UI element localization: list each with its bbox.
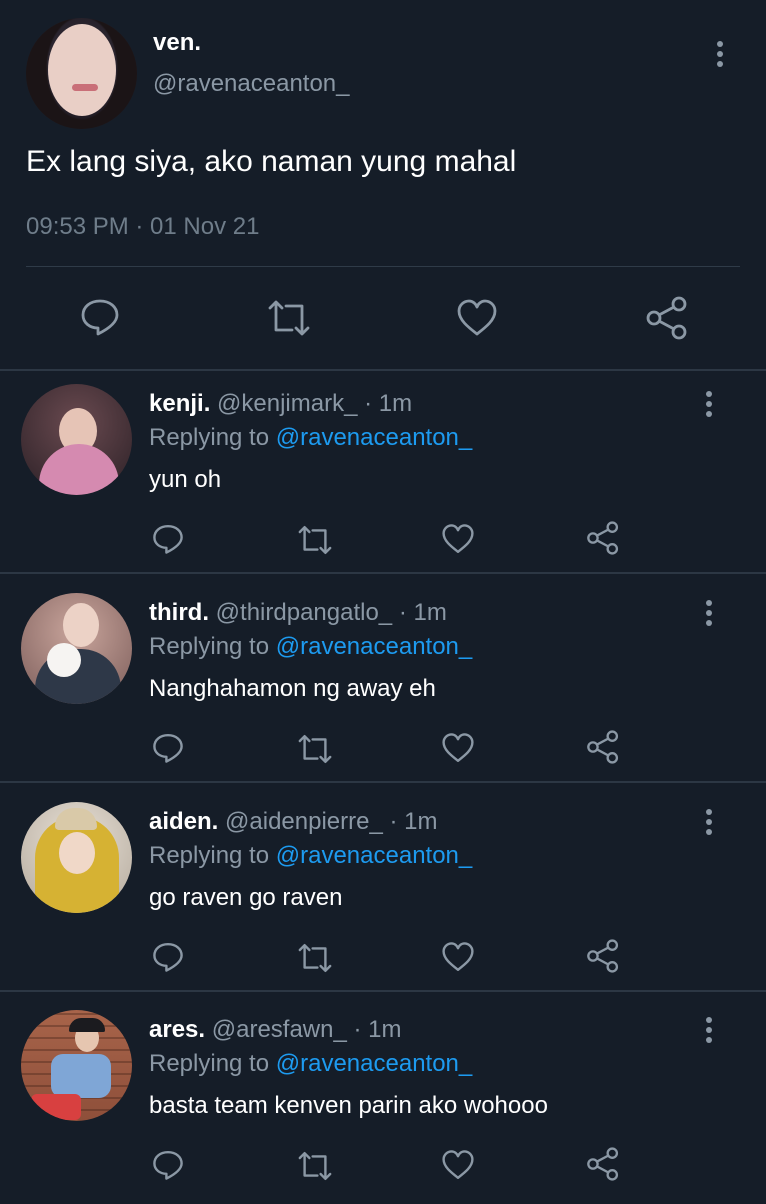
reply-icon[interactable] (152, 1148, 184, 1182)
share-icon[interactable] (586, 939, 620, 973)
author-name[interactable]: aiden. (149, 808, 218, 835)
divider (0, 990, 766, 992)
divider (0, 572, 766, 574)
author-name[interactable]: kenji. (149, 390, 210, 417)
divider (26, 266, 740, 267)
reply-tweet[interactable]: ares. @aresfawn_ · 1m Replying to @raven… (0, 998, 766, 1204)
replying-to-label: Replying to (149, 842, 276, 869)
like-icon[interactable] (441, 1149, 475, 1181)
avatar[interactable] (21, 384, 132, 495)
author-handle[interactable]: @kenjimark_ (217, 390, 357, 417)
replying-to-label: Replying to (149, 633, 276, 660)
reply-header: third. @thirdpangatlo_ · 1m (149, 599, 447, 627)
reply-tweet[interactable]: aiden. @aidenpierre_ · 1m Replying to @r… (0, 790, 766, 996)
main-tweet: ven. @ravenaceanton_ Ex lang siya, ako n… (0, 0, 766, 370)
share-icon[interactable] (586, 521, 620, 555)
more-options-icon[interactable] (697, 599, 721, 629)
author-handle[interactable]: @aresfawn_ (212, 1016, 347, 1043)
reply-text: yun oh (149, 466, 222, 493)
share-icon[interactable] (586, 1147, 620, 1181)
avatar[interactable] (26, 18, 137, 129)
replying-to-label: Replying to (149, 424, 276, 451)
reply-text: Nanghahamon ng away eh (149, 675, 436, 702)
share-icon[interactable] (645, 296, 689, 340)
tweet-timestamp: 09:53 PM · 01 Nov 21 (26, 213, 260, 240)
divider (0, 369, 766, 371)
mention-link[interactable]: @ravenaceanton_ (276, 424, 473, 451)
retweet-icon[interactable] (296, 524, 334, 556)
reply-text: go raven go raven (149, 884, 343, 911)
like-icon[interactable] (441, 941, 475, 973)
retweet-icon[interactable] (296, 1150, 334, 1182)
reply-time: · 1m (364, 390, 413, 417)
author-name[interactable]: ares. (149, 1016, 205, 1043)
more-options-icon[interactable] (697, 1016, 721, 1046)
reply-icon[interactable] (80, 297, 120, 337)
reply-header: ares. @aresfawn_ · 1m (149, 1016, 402, 1044)
share-icon[interactable] (586, 730, 620, 764)
author-handle[interactable]: @aidenpierre_ (225, 808, 383, 835)
reply-header: kenji. @kenjimark_ · 1m (149, 390, 412, 418)
divider (0, 781, 766, 783)
like-icon[interactable] (441, 732, 475, 764)
replying-to: Replying to @ravenaceanton_ (149, 1050, 472, 1078)
like-icon[interactable] (456, 298, 498, 338)
more-options-icon[interactable] (697, 390, 721, 420)
like-icon[interactable] (441, 523, 475, 555)
replying-to: Replying to @ravenaceanton_ (149, 633, 472, 661)
author-handle[interactable]: @ravenaceanton_ (153, 70, 350, 98)
author-handle[interactable]: @thirdpangatlo_ (216, 599, 392, 626)
avatar[interactable] (21, 593, 132, 704)
retweet-icon[interactable] (296, 942, 334, 974)
mention-link[interactable]: @ravenaceanton_ (276, 633, 473, 660)
retweet-icon[interactable] (296, 733, 334, 765)
reply-time: · 1m (353, 1016, 402, 1043)
author-name[interactable]: third. (149, 599, 209, 626)
reply-icon[interactable] (152, 731, 184, 765)
mention-link[interactable]: @ravenaceanton_ (276, 842, 473, 869)
reply-icon[interactable] (152, 940, 184, 974)
reply-tweet[interactable]: kenji. @kenjimark_ · 1m Replying to @rav… (0, 372, 766, 578)
retweet-icon[interactable] (266, 298, 312, 338)
reply-time: · 1m (398, 599, 447, 626)
replying-to-label: Replying to (149, 1050, 276, 1077)
tweet-text: Ex lang siya, ako naman yung mahal (26, 145, 517, 178)
reply-icon[interactable] (152, 522, 184, 556)
reply-time: · 1m (389, 808, 438, 835)
reply-header: aiden. @aidenpierre_ · 1m (149, 808, 438, 836)
reply-text: basta team kenven parin ako wohooo (149, 1092, 548, 1119)
mention-link[interactable]: @ravenaceanton_ (276, 1050, 473, 1077)
more-options-icon[interactable] (697, 808, 721, 838)
reply-tweet[interactable]: third. @thirdpangatlo_ · 1m Replying to … (0, 581, 766, 787)
avatar[interactable] (21, 802, 132, 913)
author-name[interactable]: ven. (153, 29, 201, 57)
replying-to: Replying to @ravenaceanton_ (149, 424, 472, 452)
more-options-icon[interactable] (708, 40, 732, 70)
avatar[interactable] (21, 1010, 132, 1121)
replying-to: Replying to @ravenaceanton_ (149, 842, 472, 870)
